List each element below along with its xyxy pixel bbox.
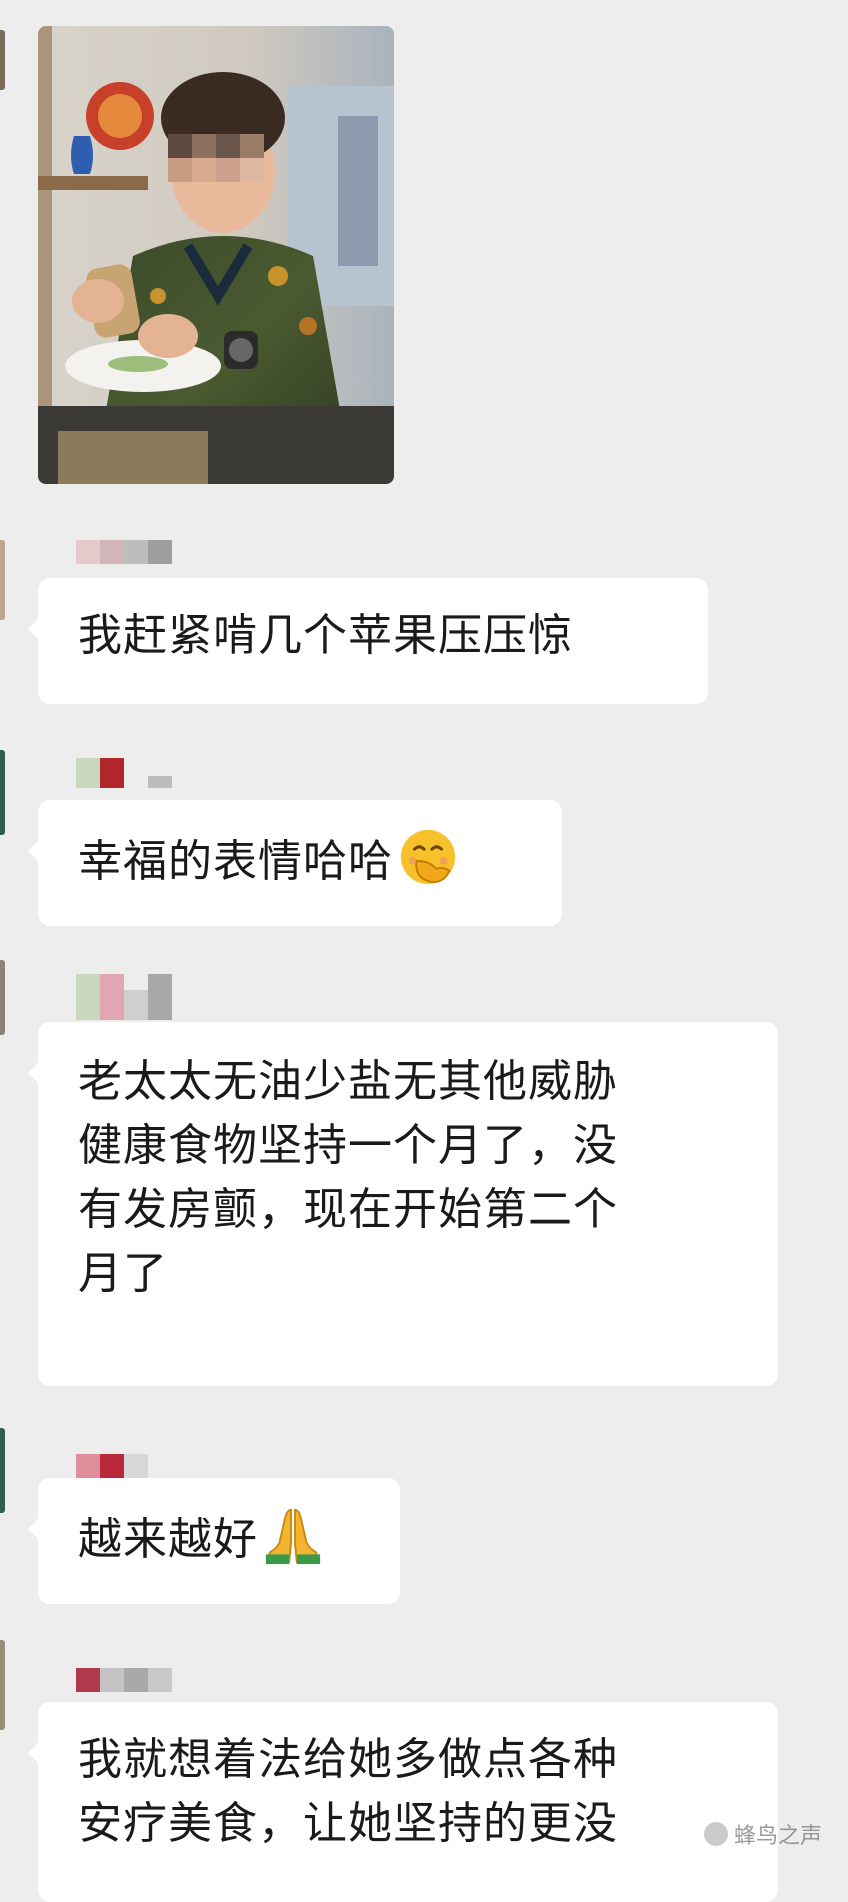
avatar[interactable] bbox=[0, 540, 5, 620]
message-bubble[interactable]: 我就想着法给她多做点各种 安疗美食，让她坚持的更没 bbox=[28, 1702, 778, 1902]
sender-name bbox=[76, 1668, 172, 1692]
watermark-text: 蜂鸟之声 bbox=[733, 1824, 822, 1849]
message-text: 我赶紧啃几个苹果压压惊 bbox=[78, 610, 573, 661]
sender-name bbox=[76, 974, 172, 1020]
message-bubble[interactable]: 我赶紧啃几个苹果压压惊 bbox=[28, 578, 708, 704]
message-text: 老太太无油少盐无其他威胁 健康食物坚持一个月了，没 有发房颤，现在开始第二个 月… bbox=[78, 1056, 618, 1299]
folded-hands-icon bbox=[265, 1508, 321, 1565]
sender-name bbox=[76, 540, 172, 564]
chat-view: 我赶紧啃几个苹果压压惊 幸福的表情哈哈 老太太无油少盐无其他威胁 健康食物坚持一… bbox=[0, 0, 848, 1902]
photo-elderly-woman-eating bbox=[38, 26, 394, 484]
message-bubble[interactable]: 老太太无油少盐无其他威胁 健康食物坚持一个月了，没 有发房颤，现在开始第二个 月… bbox=[28, 1022, 778, 1386]
wechat-channel-icon bbox=[703, 1822, 728, 1846]
avatar[interactable] bbox=[0, 1640, 5, 1730]
message-text: 幸福的表情哈哈 bbox=[78, 836, 393, 887]
image-message[interactable] bbox=[38, 26, 394, 484]
smiling-face-with-hand-over-mouth-icon bbox=[400, 829, 456, 885]
message-bubble[interactable]: 幸福的表情哈哈 bbox=[28, 800, 562, 926]
sender-name bbox=[76, 758, 172, 788]
message-text: 越来越好 bbox=[78, 1514, 258, 1565]
avatar[interactable] bbox=[0, 30, 5, 90]
avatar[interactable] bbox=[0, 960, 5, 1035]
message-text: 我就想着法给她多做点各种 安疗美食，让她坚持的更没 bbox=[78, 1734, 618, 1849]
sender-name bbox=[76, 1454, 148, 1478]
avatar[interactable] bbox=[0, 750, 5, 835]
watermark: 蜂鸟之声 bbox=[703, 1818, 822, 1850]
avatar[interactable] bbox=[0, 1428, 5, 1513]
message-bubble[interactable]: 越来越好 bbox=[28, 1478, 400, 1604]
